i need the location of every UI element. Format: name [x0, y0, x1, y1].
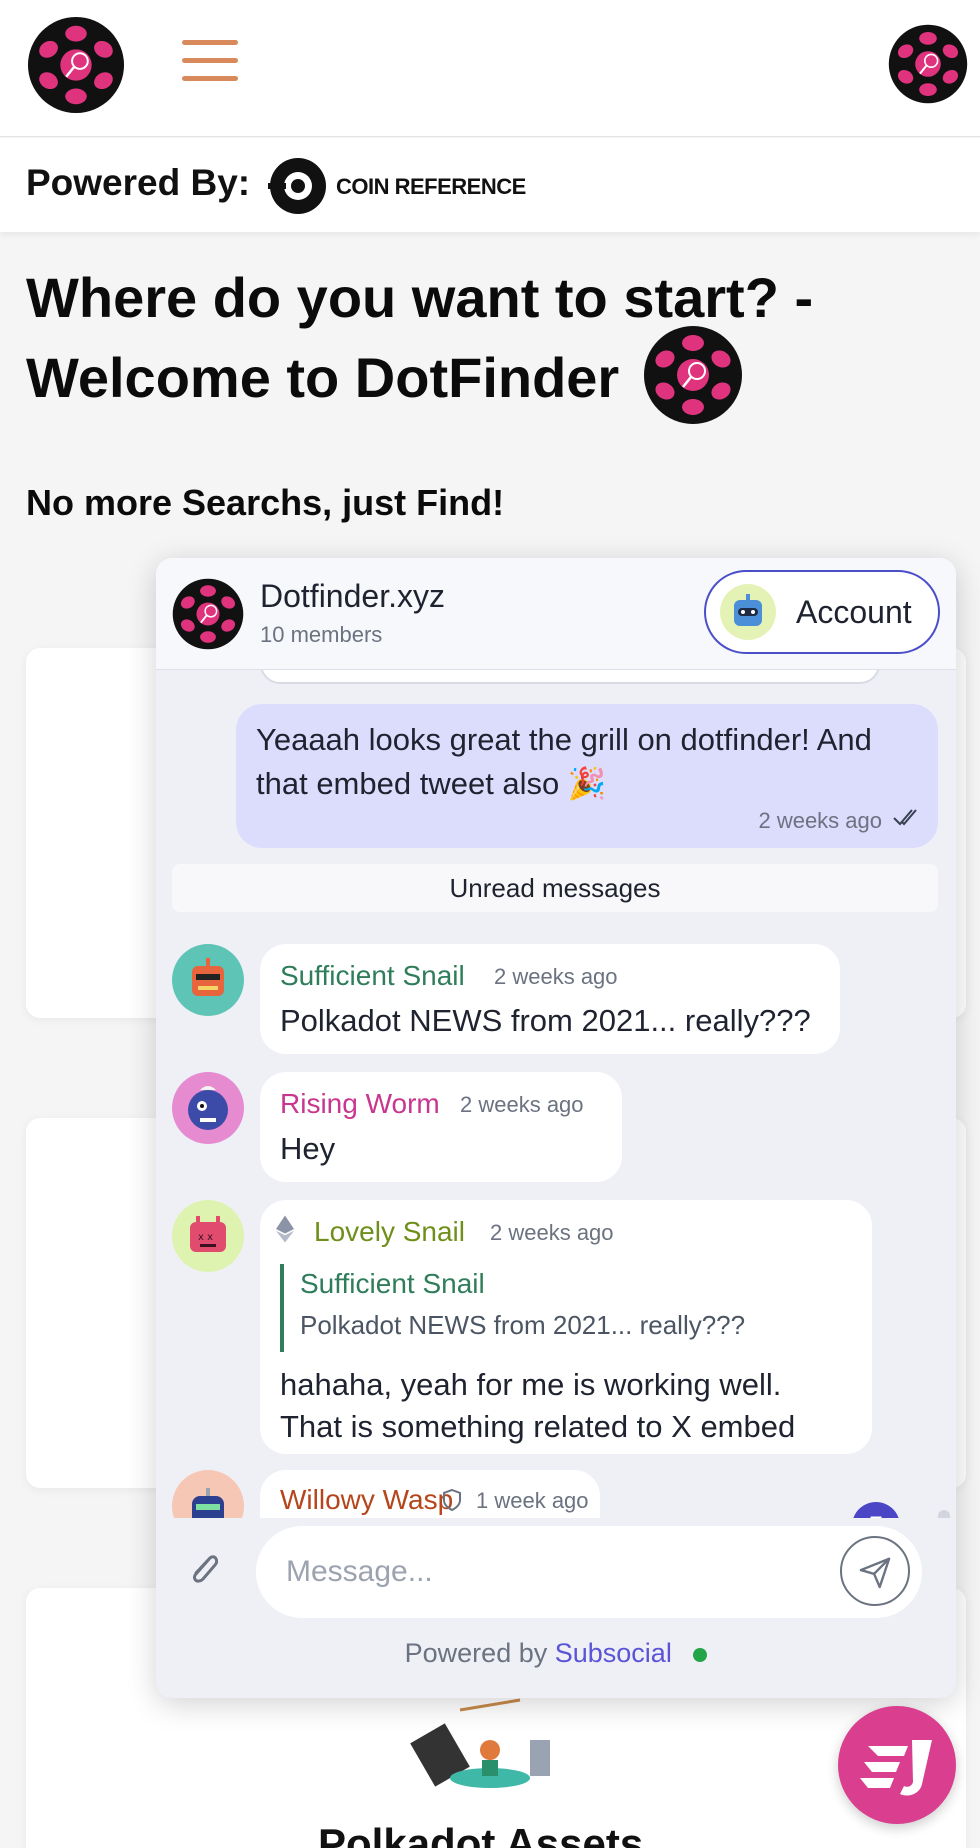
powered-by-label: Powered By: — [26, 162, 251, 203]
chat-member-count: 10 members — [260, 622, 383, 647]
reply-author: Sufficient Snail — [300, 1268, 485, 1299]
card-title: Polkadot Assets — [318, 1820, 644, 1848]
footer-prefix: Powered by — [404, 1638, 548, 1668]
hamburger-icon[interactable] — [182, 40, 238, 86]
shield-icon — [443, 1488, 461, 1512]
message-time: 1 week ago — [476, 1488, 589, 1513]
message-bubble[interactable]: Lovely Snail 2 weeks ago Sufficient Snai… — [260, 1200, 872, 1454]
message-author[interactable]: Sufficient Snail — [280, 960, 465, 992]
chat-avatar-icon — [172, 578, 244, 650]
page-title: Where do you want to start? - Welcome to… — [26, 258, 926, 425]
send-button[interactable] — [840, 1536, 910, 1606]
grill-logo-icon — [860, 1740, 932, 1796]
message-time: 2 weeks ago — [460, 1092, 584, 1117]
online-status-icon — [693, 1647, 708, 1662]
chat-header: Dotfinder.xyz 10 members Account — [156, 558, 956, 670]
reply-quote[interactable]: Sufficient Snail Polkadot NEWS from 2021… — [280, 1264, 780, 1352]
message-composer — [156, 1518, 956, 1618]
send-icon — [859, 1557, 891, 1589]
double-check-icon — [893, 809, 917, 826]
robot-avatar-icon — [720, 584, 776, 640]
grill-chat-toggle-button[interactable] — [838, 1706, 956, 1824]
page-subtitle: No more Searchs, just Find! — [26, 482, 505, 523]
account-button[interactable]: Account — [704, 570, 940, 654]
message-time: 2 weeks ago — [490, 1220, 614, 1245]
chat-widget: Dotfinder.xyz 10 members Account Yeaaah … — [156, 558, 956, 1698]
svg-text:x x: x x — [198, 1232, 213, 1243]
message-text: Yeaaah looks great the grill on dotfinde… — [256, 722, 872, 801]
message-input[interactable] — [256, 1526, 922, 1618]
dotfinder-logo-icon[interactable] — [27, 16, 125, 114]
unread-divider: Unread messages — [172, 864, 938, 912]
message-bubble[interactable]: Willowy Wasp 1 week ago — [260, 1470, 600, 1518]
message-time: 2 weeks ago — [494, 964, 618, 989]
top-navbar — [0, 0, 980, 137]
dotfinder-logo-icon — [643, 325, 743, 425]
user-avatar[interactable] — [172, 1072, 244, 1144]
previous-message-fragment — [260, 670, 880, 684]
chat-title: Dotfinder.xyz — [260, 578, 445, 614]
coin-reference-logo-icon[interactable] — [268, 156, 328, 216]
message-author[interactable]: Lovely Snail — [314, 1216, 465, 1248]
illustration-image — [410, 1698, 550, 1788]
powered-by-bar: Powered By: COIN REFERENCE — [0, 138, 980, 232]
reply-text: Polkadot NEWS from 2021... really??? — [300, 1310, 746, 1340]
message-bubble[interactable]: Sufficient Snail 2 weeks ago Polkadot NE… — [260, 944, 840, 1054]
own-message-bubble[interactable]: Yeaaah looks great the grill on dotfinde… — [236, 704, 938, 848]
dotfinder-logo-icon[interactable] — [888, 24, 968, 104]
coin-reference-brand[interactable]: COIN REFERENCE — [336, 174, 526, 200]
user-avatar[interactable]: x x — [172, 1200, 244, 1272]
user-avatar[interactable] — [172, 944, 244, 1016]
message-text: Polkadot NEWS from 2021... really??? — [280, 1003, 811, 1038]
paperclip-icon[interactable] — [182, 1546, 222, 1590]
subsocial-link[interactable]: Subsocial — [555, 1638, 672, 1668]
user-avatar[interactable] — [172, 1470, 244, 1518]
message-time: 2 weeks ago — [758, 808, 882, 833]
message-text: hahaha, yeah for me is working well. Tha… — [280, 1367, 796, 1444]
message-bubble[interactable]: Rising Worm 2 weeks ago Hey — [260, 1072, 622, 1182]
chat-footer: Powered by Subsocial — [156, 1638, 956, 1669]
scrollbar[interactable] — [938, 1510, 950, 1518]
message-list[interactable]: Yeaaah looks great the grill on dotfinde… — [156, 670, 956, 1518]
account-label: Account — [796, 594, 912, 630]
message-text: Hey — [280, 1131, 336, 1166]
ethereum-icon — [276, 1215, 294, 1243]
message-author[interactable]: Rising Worm — [280, 1088, 440, 1120]
unread-count-badge: 7 — [852, 1502, 900, 1518]
message-author[interactable]: Willowy Wasp — [280, 1484, 453, 1516]
